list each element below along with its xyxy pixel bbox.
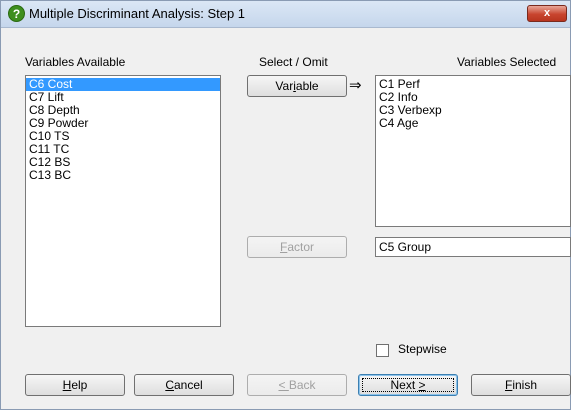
- back-button[interactable]: < Back: [247, 374, 347, 396]
- variable-button[interactable]: Variable: [247, 75, 347, 97]
- help-question-icon: ?: [8, 5, 25, 22]
- factor-field[interactable]: C5 Group: [375, 237, 571, 257]
- select-omit-label: Select / Omit: [259, 55, 328, 69]
- window-title: Multiple Discriminant Analysis: Step 1: [29, 6, 246, 21]
- cancel-button[interactable]: Cancel: [134, 374, 234, 396]
- close-button[interactable]: x: [527, 5, 567, 22]
- selected-list-item[interactable]: C4 Age: [376, 117, 570, 130]
- stepwise-label: Stepwise: [398, 342, 447, 356]
- finish-button[interactable]: Finish: [471, 374, 571, 396]
- close-icon: x: [543, 7, 551, 19]
- variables-selected-list[interactable]: C1 Perf C2 Info C3 Verbexp C4 Age: [375, 75, 571, 227]
- help-button[interactable]: Help: [25, 374, 125, 396]
- next-button[interactable]: Next >: [358, 374, 458, 396]
- available-list-item[interactable]: C13 BC: [26, 169, 220, 182]
- dialog-window: ? Multiple Discriminant Analysis: Step 1…: [0, 0, 571, 410]
- variables-available-label: Variables Available: [25, 55, 126, 69]
- title-bar[interactable]: ? Multiple Discriminant Analysis: Step 1…: [1, 1, 570, 28]
- factor-button[interactable]: Factor: [247, 236, 347, 258]
- variables-available-list[interactable]: C6 Cost C7 Lift C8 Depth C9 Powder C10 TS C11…: [25, 75, 221, 327]
- stepwise-checkbox[interactable]: [376, 344, 389, 357]
- right-arrow-icon: ⇒: [349, 77, 362, 94]
- variables-selected-label: Variables Selected: [457, 55, 557, 69]
